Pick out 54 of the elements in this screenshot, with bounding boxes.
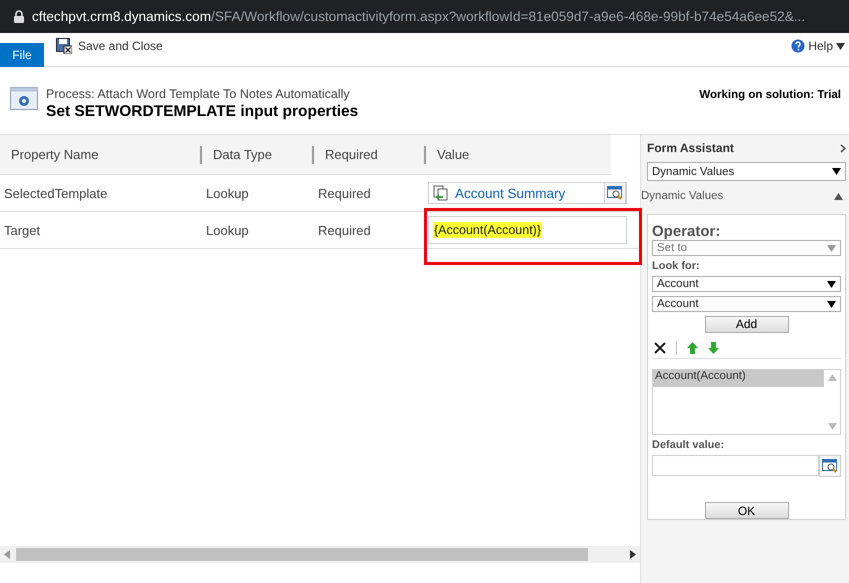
lookup-icon xyxy=(822,459,838,474)
scroll-down-icon xyxy=(828,423,836,430)
panel-title: Form Assistant xyxy=(647,141,735,155)
process-name: Process: Attach Word Template To Notes Automatically xyxy=(46,87,351,101)
table-cell-text: Target xyxy=(3,222,42,238)
template-icon xyxy=(433,185,449,201)
scroll-up-icon xyxy=(828,374,836,381)
chevron-right-icon[interactable] xyxy=(840,144,846,152)
move-down-icon[interactable] xyxy=(708,342,719,354)
save-close-icon xyxy=(56,38,72,54)
lookup-button[interactable] xyxy=(604,182,626,204)
list-item[interactable]: Account(Account) xyxy=(653,370,824,387)
help-button[interactable]: Help xyxy=(791,39,845,53)
column-header: Property Name xyxy=(10,146,100,164)
lookup-icon xyxy=(607,186,623,200)
table-cell-text: Required xyxy=(317,186,372,200)
operator-label: Operator: xyxy=(652,223,722,240)
lookup-field[interactable]: Account Summary xyxy=(428,182,627,204)
horizontal-scrollbar[interactable] xyxy=(16,548,588,561)
solution-label: Working on solution: Trial xyxy=(699,89,841,101)
url-host: cftechpvt.crm8.dynamics.com xyxy=(32,9,212,24)
default-value-field[interactable] xyxy=(652,455,819,476)
url-path: /SFA/Workflow/customactivityform.aspx?workflowId=81e059d7-a9e6-468e-99bf-b74e54a6ee52&... xyxy=(211,9,806,24)
column-header: Required xyxy=(312,146,424,164)
dropdown-arrow-icon xyxy=(827,300,836,308)
look-for-dropdown[interactable]: Account xyxy=(652,276,841,292)
file-tab[interactable]: File xyxy=(0,43,44,67)
section-title: Dynamic Values xyxy=(641,190,724,202)
table-cell-text: Required xyxy=(317,222,372,238)
look-for-label: Look for: xyxy=(652,260,701,272)
lock-icon xyxy=(14,10,24,23)
look-for-dropdown[interactable]: Account xyxy=(652,296,841,312)
add-button[interactable]: Add xyxy=(704,316,788,333)
assistant-dropdown[interactable]: Dynamic Values xyxy=(647,162,846,181)
save-and-close-button[interactable]: Save and Close xyxy=(56,38,163,54)
dropdown-arrow-icon xyxy=(827,280,836,288)
value-field[interactable]: {Account(Account)} xyxy=(428,216,627,244)
ok-button[interactable]: OK xyxy=(704,502,788,520)
page-title: Set SETWORDTEMPLATE input properties xyxy=(46,103,358,121)
column-header: Value xyxy=(424,146,611,164)
lookup-button[interactable] xyxy=(819,455,841,478)
column-header: Data Type xyxy=(200,146,312,164)
help-icon xyxy=(791,39,806,53)
table-cell-text: Lookup xyxy=(205,222,250,238)
collapse-icon[interactable] xyxy=(834,192,843,200)
delete-icon[interactable] xyxy=(654,342,666,354)
scroll-right-icon[interactable] xyxy=(630,550,636,559)
dropdown-arrow-icon xyxy=(827,244,836,252)
move-up-icon[interactable] xyxy=(687,342,698,354)
dropdown-arrow-icon xyxy=(832,168,841,175)
table-cell-text: Lookup xyxy=(205,186,250,200)
default-value-label: Default value: xyxy=(652,439,726,452)
caret-icon xyxy=(836,42,845,50)
table-cell-text: SelectedTemplate xyxy=(3,186,108,200)
